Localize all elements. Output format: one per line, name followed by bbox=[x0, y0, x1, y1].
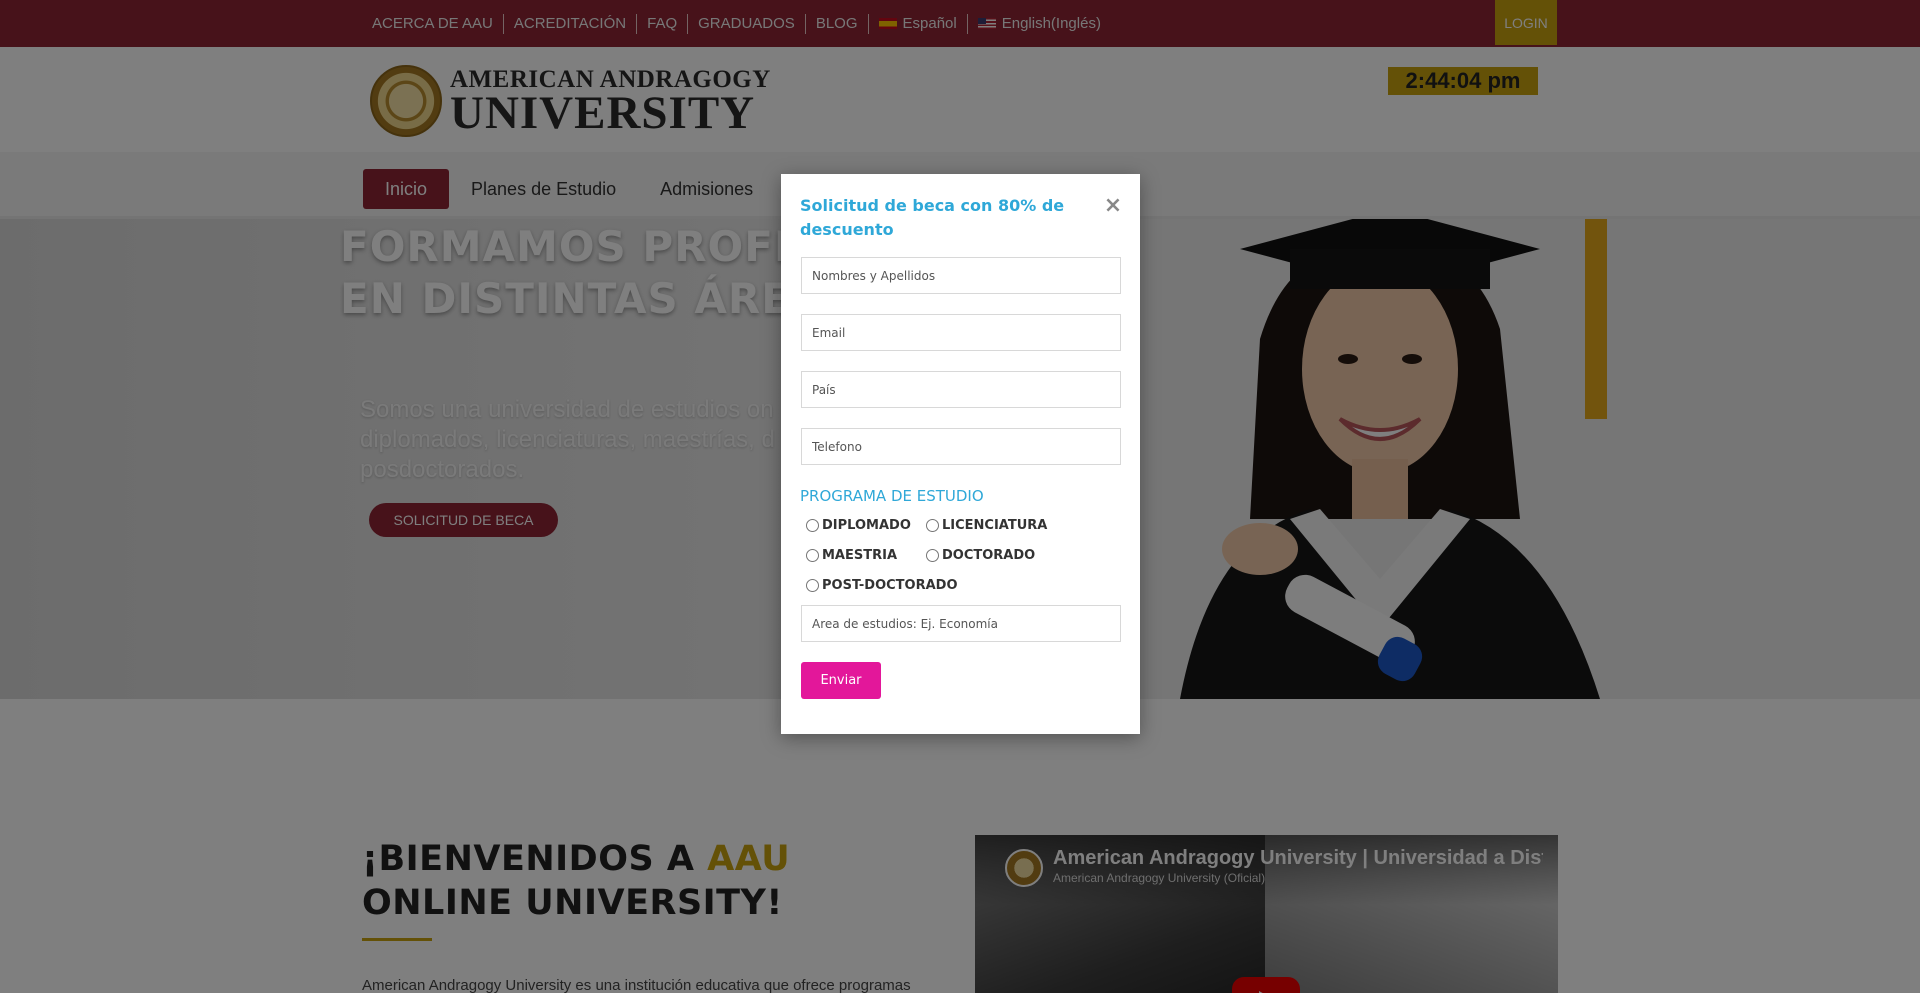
radio-label: LICENCIATURA bbox=[942, 518, 1048, 533]
radio-maestria[interactable] bbox=[806, 549, 819, 562]
radio-label: DOCTORADO bbox=[942, 548, 1036, 563]
program-option-postdoctorado[interactable]: POST-DOCTORADO bbox=[806, 578, 958, 593]
phone-field[interactable] bbox=[801, 428, 1121, 465]
radio-licenciatura[interactable] bbox=[926, 519, 939, 532]
country-field[interactable] bbox=[801, 371, 1121, 408]
scholarship-modal: Solicitud de beca con 80% de descuento ×… bbox=[781, 174, 1140, 734]
study-area-field[interactable] bbox=[801, 605, 1121, 642]
modal-title: Solicitud de beca con 80% de descuento bbox=[800, 196, 1065, 239]
program-radio-row: POST-DOCTORADO bbox=[806, 578, 958, 593]
program-option-diplomado[interactable]: DIPLOMADO bbox=[806, 518, 926, 533]
radio-postdoctorado[interactable] bbox=[806, 579, 819, 592]
program-option-licenciatura[interactable]: LICENCIATURA bbox=[926, 518, 1047, 533]
submit-button[interactable]: Enviar bbox=[801, 662, 881, 699]
program-section-title: PROGRAMA DE ESTUDIO bbox=[800, 487, 984, 505]
name-field[interactable] bbox=[801, 257, 1121, 294]
radio-label: MAESTRIA bbox=[822, 548, 898, 563]
radio-doctorado[interactable] bbox=[926, 549, 939, 562]
program-radio-row: DIPLOMADO LICENCIATURA bbox=[806, 518, 1047, 533]
close-icon[interactable]: × bbox=[1101, 194, 1125, 218]
program-radio-row: MAESTRIA DOCTORADO bbox=[806, 548, 1035, 563]
radio-label: POST-DOCTORADO bbox=[822, 578, 958, 593]
program-option-doctorado[interactable]: DOCTORADO bbox=[926, 548, 1035, 563]
radio-diplomado[interactable] bbox=[806, 519, 819, 532]
program-option-maestria[interactable]: MAESTRIA bbox=[806, 548, 926, 563]
radio-label: DIPLOMADO bbox=[822, 518, 911, 533]
email-field[interactable] bbox=[801, 314, 1121, 351]
